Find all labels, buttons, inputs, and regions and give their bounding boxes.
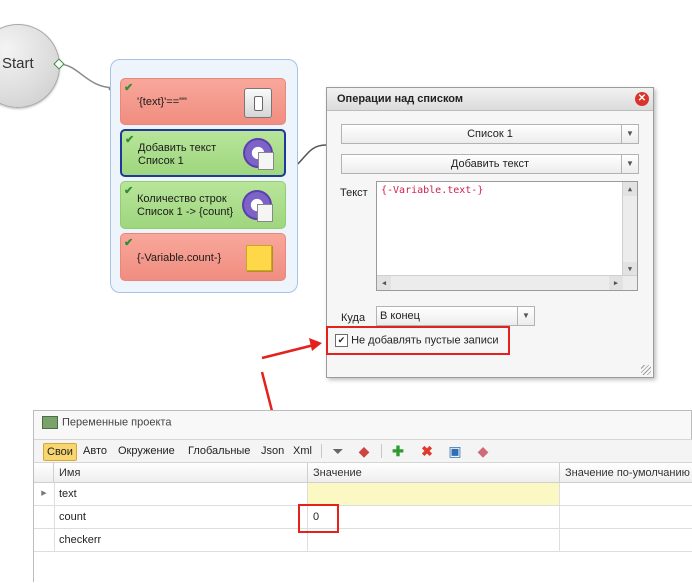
highlight-box: [298, 504, 339, 533]
horizontal-scrollbar[interactable]: ◀ ▶: [377, 275, 637, 290]
start-label: Start: [2, 55, 34, 72]
table-row[interactable]: count 0: [34, 506, 692, 529]
chevron-down-icon[interactable]: ▼: [621, 125, 638, 143]
where-select[interactable]: В конец ▼: [376, 306, 535, 326]
edit-icon[interactable]: ▣: [447, 443, 463, 459]
cell-name[interactable]: checkerr: [54, 529, 308, 551]
table-row[interactable]: checkerr: [34, 529, 692, 552]
variables-icon: [42, 416, 58, 429]
scroll-down-icon[interactable]: ▼: [623, 262, 637, 276]
tab-json[interactable]: Json: [258, 443, 287, 459]
action-label-line2: Список 1: [138, 155, 184, 167]
gear-icon: [242, 190, 273, 222]
cell-value[interactable]: [308, 529, 560, 551]
list-select-value: Список 1: [467, 128, 513, 140]
action-condition[interactable]: ✔ '{text}'=="": [120, 78, 286, 125]
row-pointer-icon: ▶: [34, 483, 55, 505]
dialog-title: Операции над списком: [327, 88, 653, 111]
operation-select[interactable]: Добавить текст ▼: [341, 154, 639, 174]
tab-own[interactable]: Свои: [43, 443, 77, 461]
chevron-down-icon[interactable]: ▼: [517, 307, 534, 325]
cell-default[interactable]: [560, 506, 692, 528]
gear-icon: [243, 138, 274, 170]
check-icon: ✔: [124, 237, 134, 249]
resize-grip-icon[interactable]: [641, 365, 651, 375]
action-label: '{text}'=="": [137, 96, 187, 108]
action-label-line1: Количество строк: [137, 193, 227, 205]
cell-name[interactable]: text: [54, 483, 308, 505]
tab-auto[interactable]: Авто: [80, 443, 110, 459]
note-icon: [246, 245, 272, 271]
cell-default[interactable]: [560, 483, 692, 505]
tab-global[interactable]: Глобальные: [185, 443, 253, 459]
red-arrow-1-head: [309, 338, 322, 351]
vertical-scrollbar[interactable]: ▲ ▼: [622, 182, 637, 276]
text-field[interactable]: {-Variable.text-} ▲ ▼ ◀ ▶: [376, 181, 638, 291]
where-label: Куда: [341, 312, 366, 324]
tab-environment[interactable]: Окружение: [115, 443, 178, 459]
action-add-text[interactable]: ✔ Добавить текст Список 1: [120, 129, 286, 177]
column-header-name[interactable]: Имя: [54, 463, 308, 483]
action-note[interactable]: ✔ {-Variable.count-}: [120, 233, 286, 281]
add-icon[interactable]: ✚: [390, 443, 406, 459]
text-label: Текст: [340, 187, 368, 199]
highlight-box: [326, 326, 510, 355]
panel-title: Переменные проекта: [42, 416, 171, 429]
close-icon[interactable]: ✕: [635, 92, 649, 106]
check-icon: ✔: [124, 185, 134, 197]
action-label-line1: Добавить текст: [138, 142, 217, 154]
variables-table: Имя Значение Значение по-умолчанию ▶ tex…: [34, 463, 692, 583]
start-connector: [57, 63, 117, 89]
cell-value[interactable]: [308, 483, 560, 505]
project-variables-panel: Переменные проекта Свои Авто Окружение Г…: [33, 410, 692, 583]
scroll-left-icon[interactable]: ◀: [377, 276, 391, 290]
delete-icon[interactable]: ✖: [419, 443, 435, 459]
eraser-icon[interactable]: ◆: [356, 443, 372, 459]
cell-name[interactable]: count: [54, 506, 308, 528]
action-label-line2: Список 1 -> {count}: [137, 206, 234, 218]
panel-title-text: Переменные проекта: [62, 416, 172, 429]
scroll-right-icon[interactable]: ▶: [609, 276, 623, 290]
text-field-value: {-Variable.text-}: [381, 185, 484, 196]
column-header-value[interactable]: Значение: [308, 463, 560, 483]
row-indicator-header: [34, 463, 54, 483]
operation-select-value: Добавить текст: [450, 158, 530, 170]
cell-value[interactable]: 0: [308, 506, 560, 528]
toolbar-separator: [321, 444, 322, 458]
list-select[interactable]: Список 1 ▼: [341, 124, 639, 144]
where-select-value: В конец: [380, 310, 420, 322]
toolbar-separator: [381, 444, 382, 458]
action-count-lines[interactable]: ✔ Количество строк Список 1 -> {count}: [120, 181, 286, 229]
switch-icon: [244, 88, 272, 118]
clear-icon[interactable]: ◆: [475, 443, 491, 459]
table-row[interactable]: ▶ text: [34, 483, 692, 506]
check-icon: ✔: [124, 82, 134, 94]
chevron-down-icon[interactable]: ▼: [621, 155, 638, 173]
row-indicator: [34, 506, 55, 528]
column-header-default[interactable]: Значение по-умолчанию: [560, 463, 692, 483]
filter-icon[interactable]: ⏷: [330, 443, 346, 459]
variables-toolbar: Свои Авто Окружение Глобальные Json Xml …: [34, 439, 692, 463]
scroll-up-icon[interactable]: ▲: [623, 182, 637, 196]
red-arrow-1: [261, 343, 315, 360]
row-indicator: [34, 529, 55, 551]
tab-xml[interactable]: Xml: [290, 443, 315, 459]
cell-default[interactable]: [560, 529, 692, 551]
check-icon: ✔: [125, 134, 135, 146]
action-label: {-Variable.count-}: [137, 252, 222, 264]
